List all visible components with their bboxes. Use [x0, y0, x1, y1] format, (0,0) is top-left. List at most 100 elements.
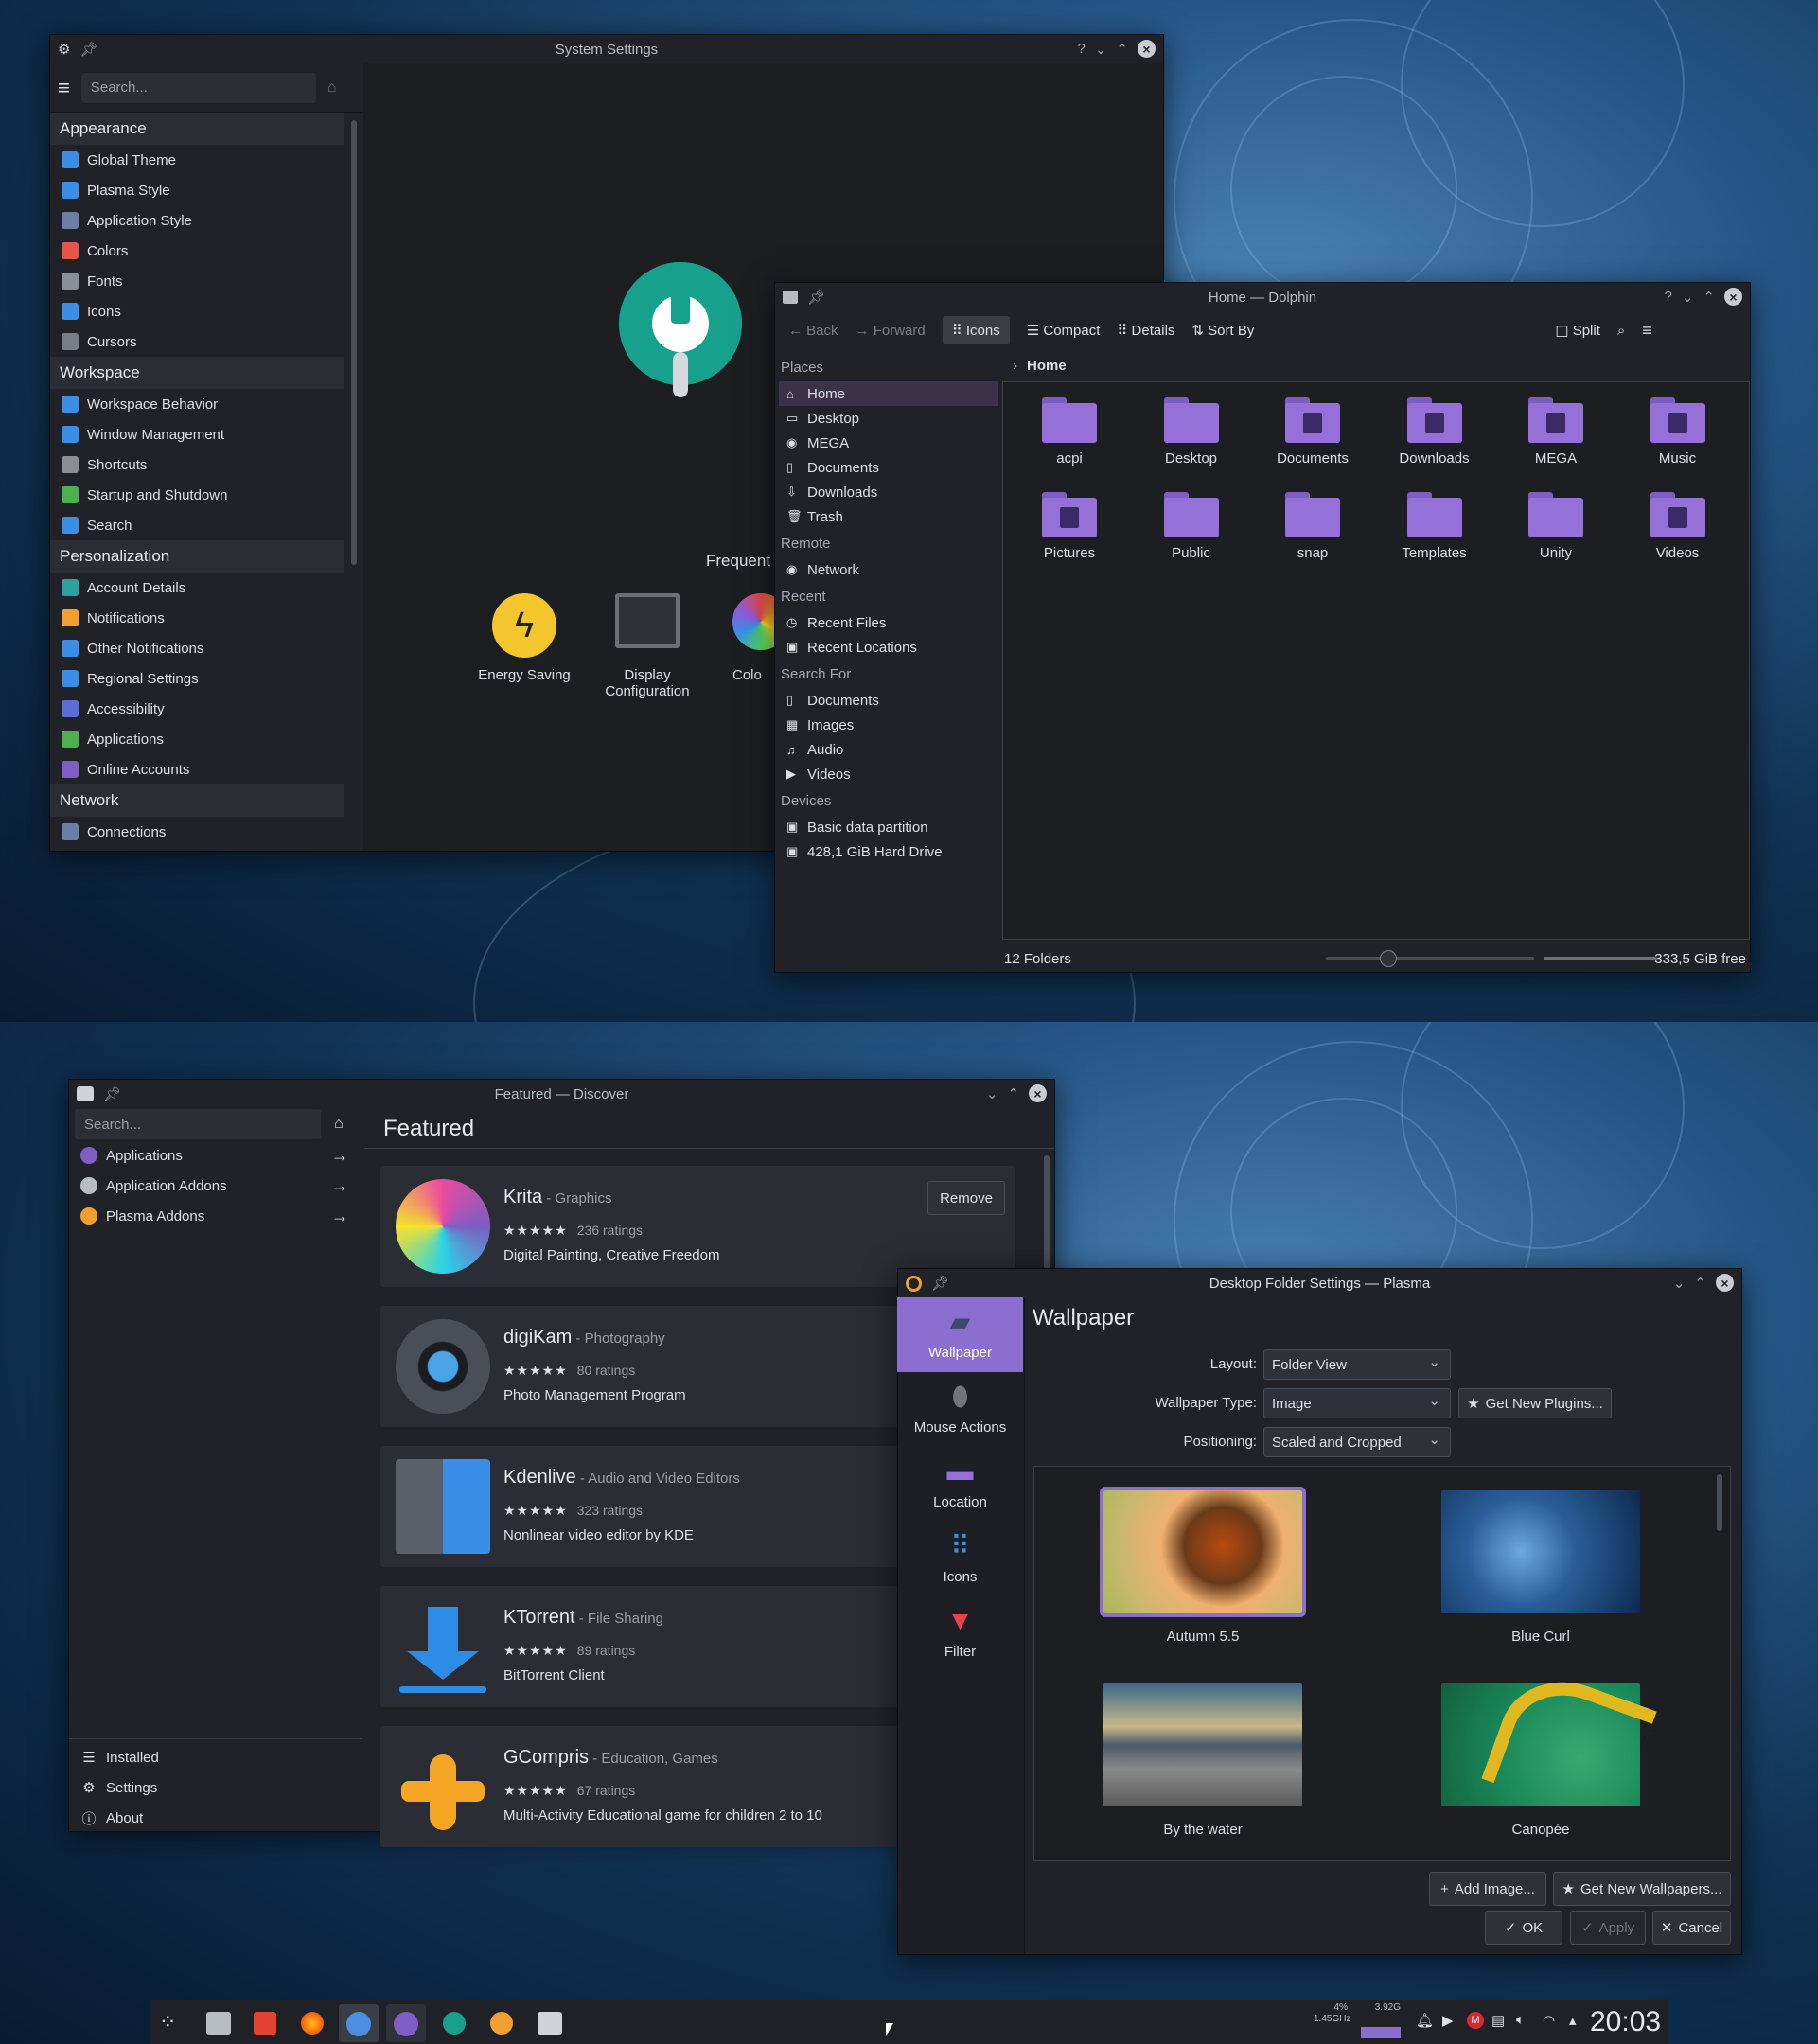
- place-documents[interactable]: ▯ Documents: [775, 455, 1002, 480]
- task-viber-icon[interactable]: [386, 2004, 426, 2042]
- nav-plasma-addons[interactable]: Plasma Addons →: [69, 1201, 362, 1231]
- tray-mega-icon[interactable]: M: [1467, 2012, 1484, 2029]
- tray-expand-icon[interactable]: ▴: [1569, 2012, 1577, 2029]
- sidebar-item-startup-and-shutdown[interactable]: Startup and Shutdown: [50, 480, 344, 510]
- folder-documents[interactable]: Documents: [1256, 394, 1369, 467]
- sidebar-item-global-theme[interactable]: Global Theme: [50, 145, 344, 175]
- minimize-icon[interactable]: ⌄: [1095, 41, 1107, 58]
- folder-mega[interactable]: MEGA: [1499, 394, 1613, 467]
- sidebar-item-online-accounts[interactable]: Online Accounts: [50, 754, 344, 784]
- place-428-1-gib-hard-drive[interactable]: ▣ 428,1 GiB Hard Drive: [775, 839, 1002, 864]
- maximize-icon[interactable]: ⌃: [1007, 1085, 1019, 1102]
- folder-videos[interactable]: Videos: [1621, 488, 1735, 561]
- place-images[interactable]: ▦ Images: [775, 713, 1002, 737]
- menu-icon[interactable]: ≡: [1642, 321, 1652, 341]
- zoom-slider-handle[interactable]: [1380, 950, 1397, 967]
- close-icon[interactable]: ×: [1029, 1084, 1047, 1102]
- place-recent-locations[interactable]: ▣ Recent Locations: [775, 635, 1002, 660]
- wallpaper-autumn-5-5[interactable]: Autumn 5.5: [1100, 1487, 1306, 1645]
- home-icon[interactable]: ⌂: [327, 79, 337, 97]
- sidebar-item-connections[interactable]: Connections: [50, 817, 344, 847]
- task-todoist-icon[interactable]: [254, 2012, 276, 2035]
- pin-icon[interactable]: 📌︎: [79, 41, 97, 58]
- split-button[interactable]: ◫ Split: [1555, 322, 1600, 339]
- sidebar-item-notifications[interactable]: Notifications: [50, 603, 344, 633]
- tray-clipboard-icon[interactable]: ▤: [1491, 2012, 1505, 2029]
- place-mega[interactable]: ◉ MEGA: [775, 431, 1002, 455]
- forward-button[interactable]: → Forward: [856, 323, 926, 339]
- zoom-slider[interactable]: [1326, 950, 1534, 967]
- maximize-icon[interactable]: ⌃: [1116, 41, 1128, 58]
- compact-view-button[interactable]: ☰ Compact: [1027, 322, 1101, 339]
- wallpaper-by-the-water[interactable]: By the water: [1103, 1683, 1302, 1838]
- quick-display-configuration[interactable]: Display Configuration: [581, 593, 714, 699]
- positioning-select[interactable]: Scaled and Cropped: [1263, 1427, 1451, 1457]
- scrollbar[interactable]: [1044, 1155, 1050, 1269]
- place-desktop[interactable]: ▭ Desktop: [775, 406, 1002, 431]
- add-image-button[interactable]: + Add Image...: [1429, 1872, 1546, 1906]
- category-icons[interactable]: ⠿ Icons: [897, 1522, 1023, 1596]
- place-home[interactable]: ⌂ Home: [779, 381, 998, 406]
- tray-volume-icon[interactable]: 🔈︎: [1516, 2012, 1525, 2028]
- home-icon[interactable]: ⌂: [334, 1116, 344, 1133]
- pin-icon[interactable]: 📌︎: [931, 1275, 949, 1292]
- ok-button[interactable]: ✓ OK: [1485, 1911, 1562, 1945]
- quick-energy-saving[interactable]: ϟ Energy Saving: [458, 593, 591, 683]
- tray-media-icon[interactable]: ▶︎: [1442, 2012, 1454, 2029]
- task-files-icon[interactable]: [206, 2012, 231, 2035]
- place-videos[interactable]: ▶︎ Videos: [775, 762, 1002, 786]
- search-input[interactable]: Search...: [75, 1109, 321, 1139]
- folder-public[interactable]: Public: [1135, 488, 1248, 561]
- maximize-icon[interactable]: ⌃: [1694, 1275, 1706, 1292]
- apply-button[interactable]: ✓ Apply: [1570, 1911, 1646, 1945]
- category-wallpaper[interactable]: ▰ Wallpaper: [897, 1297, 1023, 1372]
- get-new-wallpapers-button[interactable]: ★ Get New Wallpapers...: [1553, 1872, 1731, 1906]
- icons-view-button[interactable]: ⠿ Icons: [942, 316, 1010, 344]
- layout-select[interactable]: Folder View: [1263, 1349, 1451, 1380]
- minimize-icon[interactable]: ⌄: [1682, 289, 1694, 306]
- app-launcher-icon[interactable]: ⁘: [159, 2010, 176, 2035]
- wallpaper-blue-curl[interactable]: Blue Curl: [1441, 1490, 1640, 1645]
- category-mouse-actions[interactable]: ⬮ Mouse Actions: [897, 1372, 1023, 1447]
- details-view-button[interactable]: ⠿ Details: [1117, 322, 1174, 339]
- cpu-monitor[interactable]: 4% 1.45GHz: [1314, 2002, 1350, 2025]
- sidebar-item-fonts[interactable]: Fonts: [50, 266, 344, 296]
- nav-settings[interactable]: ⚙ Settings: [69, 1772, 362, 1803]
- hamburger-menu-icon[interactable]: ≡: [58, 76, 70, 100]
- folder-unity[interactable]: Unity: [1499, 488, 1613, 561]
- folder-snap[interactable]: snap: [1256, 488, 1369, 561]
- sort-by-button[interactable]: ⇅ Sort By: [1191, 322, 1254, 339]
- task-kde-settings-icon[interactable]: [443, 2012, 466, 2035]
- wallpaper-type-select[interactable]: Image: [1263, 1388, 1451, 1418]
- place-downloads[interactable]: ⇩ Downloads: [775, 480, 1002, 504]
- sidebar-item-other-notifications[interactable]: Other Notifications: [50, 633, 344, 663]
- category-location[interactable]: ▬ Location: [897, 1447, 1023, 1522]
- back-button[interactable]: ← Back: [788, 323, 838, 339]
- maximize-icon[interactable]: ⌃: [1703, 289, 1715, 306]
- breadcrumb[interactable]: › Home: [1005, 351, 1067, 379]
- sidebar-item-colors[interactable]: Colors: [50, 236, 344, 266]
- close-icon[interactable]: ×: [1724, 288, 1742, 306]
- sidebar-item-application-style[interactable]: Application Style: [50, 205, 344, 236]
- sidebar-item-cursors[interactable]: Cursors: [50, 326, 344, 357]
- place-network[interactable]: ◉ Network: [775, 557, 1002, 582]
- place-trash[interactable]: 🗑︎ Trash: [775, 504, 1002, 529]
- help-icon[interactable]: ?: [1078, 41, 1086, 57]
- folder-pictures[interactable]: Pictures: [1013, 488, 1126, 561]
- sidebar-item-icons[interactable]: Icons: [50, 296, 344, 326]
- folder-templates[interactable]: Templates: [1378, 488, 1491, 561]
- pin-icon[interactable]: 📌︎: [103, 1085, 121, 1102]
- category-filter[interactable]: ▼ Filter: [897, 1596, 1023, 1671]
- search-icon[interactable]: ⌕: [1617, 323, 1625, 339]
- nav-application-addons[interactable]: Application Addons →: [69, 1171, 362, 1201]
- folder-music[interactable]: Music: [1621, 394, 1735, 467]
- sidebar-item-regional-settings[interactable]: Regional Settings: [50, 663, 344, 694]
- tray-notifications-icon[interactable]: 🔔︎: [1416, 2012, 1434, 2029]
- place-audio[interactable]: ♫ Audio: [775, 737, 1002, 762]
- folder-downloads[interactable]: Downloads: [1378, 394, 1491, 467]
- help-icon[interactable]: ?: [1665, 289, 1672, 305]
- sidebar-item-applications[interactable]: Applications: [50, 724, 344, 754]
- cancel-button[interactable]: ✕ Cancel: [1652, 1911, 1731, 1945]
- place-documents[interactable]: ▯ Documents: [775, 688, 1002, 713]
- get-new-plugins-button[interactable]: ★ Get New Plugins...: [1458, 1388, 1612, 1418]
